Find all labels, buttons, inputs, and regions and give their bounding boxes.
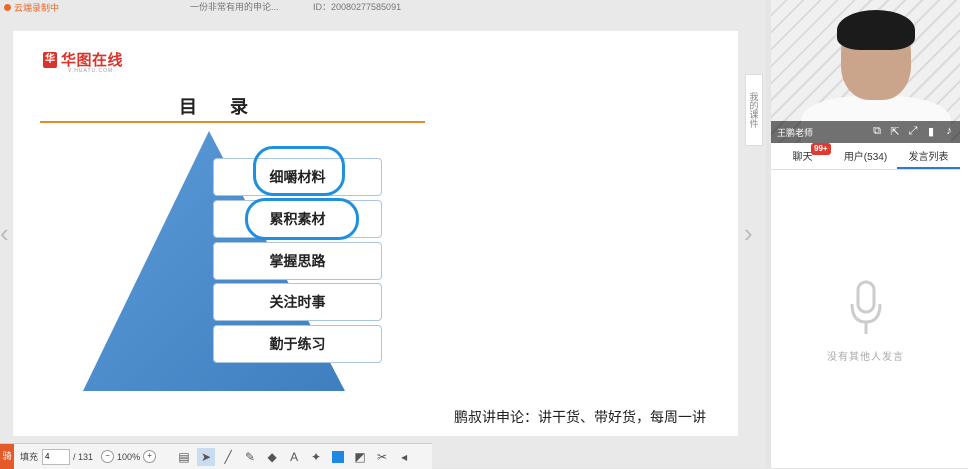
- clear-icon[interactable]: ✂: [373, 448, 391, 466]
- marker-icon[interactable]: ✎: [241, 448, 259, 466]
- laser-icon[interactable]: ✦: [307, 448, 325, 466]
- annotation-circle: [253, 146, 345, 196]
- room-id: ID：20080277585091: [313, 2, 402, 12]
- collapse-icon[interactable]: ◂: [395, 448, 413, 466]
- presentation-slide: 华 华图在线 V.HUATU.COM 目 录 细嚼材料 累积素材 掌握思路 关注…: [13, 31, 738, 436]
- microphone-icon: [846, 280, 886, 340]
- courseware-tab[interactable]: 我的课件: [745, 74, 763, 146]
- fullscreen-icon[interactable]: ⤢: [906, 125, 920, 139]
- video-controls: 王鹏老师 ⧉ ⇱ ⤢ ▮ ♪: [771, 121, 960, 143]
- zoom-level: 100%: [117, 451, 141, 462]
- page-input[interactable]: [42, 448, 71, 465]
- fill-label: 填充: [20, 452, 39, 462]
- empty-state: 没有其他人发言: [771, 280, 960, 363]
- slide-footer: 鹏叔讲申论：讲干货、带好货，每周一讲: [454, 409, 706, 425]
- teacher-name: 王鹏老师: [777, 127, 814, 138]
- unread-badge: 99+: [811, 143, 831, 155]
- empty-state-text: 没有其他人发言: [827, 352, 904, 363]
- step-item: 勤于练习: [213, 325, 382, 363]
- next-slide-icon[interactable]: ›: [744, 218, 758, 248]
- annotation-circle: [245, 198, 359, 240]
- panel-tabs: 聊天 99+ 用户(534) 发言列表: [771, 143, 960, 170]
- shape-icon[interactable]: ◆: [263, 448, 281, 466]
- share-icon[interactable]: ⇱: [888, 125, 902, 139]
- ppt-icon[interactable]: ▤: [175, 448, 193, 466]
- recording-indicator: 云端录制中: [4, 1, 59, 14]
- recording-label: 云端录制中: [14, 3, 60, 13]
- brand-logo-icon: 华: [43, 51, 57, 68]
- teacher-video: 王鹏老师 ⧉ ⇱ ⤢ ▮ ♪: [771, 0, 960, 143]
- top-status-bar: 云端录制中 一份非常有用的申论... ID：20080277585091: [0, 0, 766, 14]
- brand-url: V.HUATU.COM: [68, 68, 114, 74]
- teacher-hair: [837, 10, 915, 50]
- step-item: 掌握思路: [213, 242, 382, 280]
- pen-icon[interactable]: ╱: [219, 448, 237, 466]
- tab-chat[interactable]: 聊天 99+: [771, 143, 834, 169]
- brand-logo: 华 华图在线: [43, 51, 124, 69]
- prev-slide-icon[interactable]: ‹: [0, 218, 14, 248]
- tab-speakers[interactable]: 发言列表: [897, 147, 960, 169]
- eraser-icon[interactable]: ◩: [351, 448, 369, 466]
- tab-users[interactable]: 用户(534): [834, 147, 897, 169]
- classroom-main: 云端录制中 一份非常有用的申论... ID：20080277585091 华 华…: [0, 0, 766, 469]
- audio-icon[interactable]: ♪: [942, 125, 956, 139]
- zoom-out-button[interactable]: −: [101, 450, 115, 463]
- text-icon[interactable]: A: [285, 448, 303, 466]
- page-total: / 131: [73, 451, 94, 462]
- signal-icon: ▮: [927, 126, 935, 138]
- popout-icon[interactable]: ⧉: [870, 125, 884, 139]
- zoom-in-button[interactable]: +: [143, 450, 157, 463]
- color-icon[interactable]: [329, 448, 347, 466]
- toolbar-badge: 骑: [0, 444, 14, 469]
- heading-underline: [40, 121, 425, 123]
- step-item: 关注时事: [213, 283, 382, 321]
- pointer-icon[interactable]: ➤: [197, 447, 216, 466]
- whiteboard-toolbar: 骑 填充 / 131 − 100% + ▤ ➤ ╱ ✎ ◆ A ✦ ◩ ✂ ◂: [0, 443, 432, 469]
- side-panel: 王鹏老师 ⧉ ⇱ ⤢ ▮ ♪ 聊天 99+ 用户(534) 发言列表 没有其他人…: [771, 0, 968, 468]
- course-title: 一份非常有用的申论...: [190, 2, 279, 12]
- slide-heading: 目 录: [179, 97, 263, 117]
- record-dot-icon: [4, 4, 11, 11]
